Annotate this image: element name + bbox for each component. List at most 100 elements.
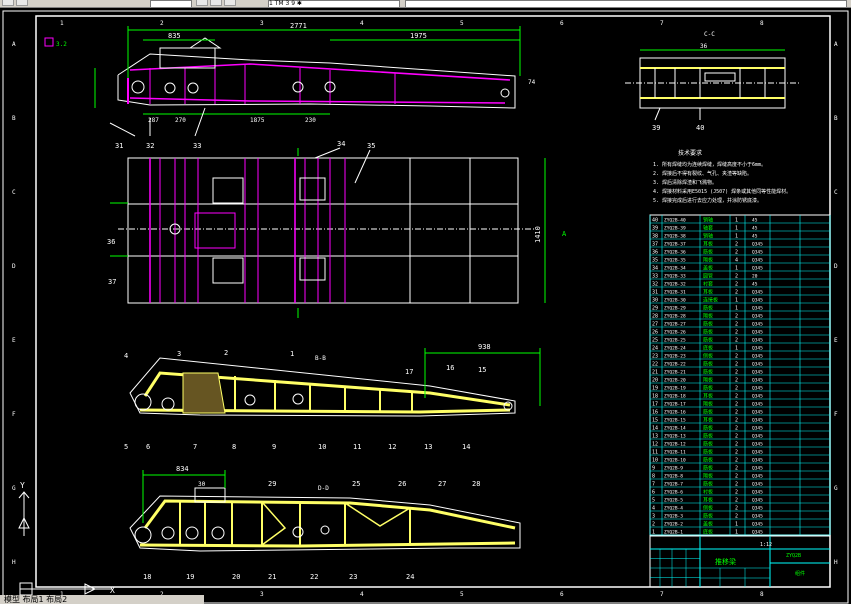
lock-icon[interactable]: [210, 0, 222, 6]
svg-text:27: 27: [652, 322, 658, 328]
layer-icon[interactable]: [2, 0, 14, 6]
svg-text:隔板: 隔板: [703, 401, 713, 408]
svg-text:2: 2: [735, 458, 738, 464]
svg-text:筋板: 筋板: [703, 337, 713, 344]
svg-text:ZYQ2B-13: ZYQ2B-13: [664, 434, 686, 440]
svg-text:23: 23: [652, 354, 658, 360]
callouts-b: 4 3 2 1 17 16 15 5 6 7 8 9 10 11 12 13 14: [124, 349, 486, 451]
svg-text:ZYQ2B-8: ZYQ2B-8: [664, 474, 683, 480]
svg-text:ZYQ2B-36: ZYQ2B-36: [664, 250, 686, 256]
zone-col-bottom: 3: [260, 591, 264, 598]
sun-icon[interactable]: [196, 0, 208, 6]
svg-text:ZYQ2B-27: ZYQ2B-27: [664, 322, 686, 328]
callout-number: 8: [232, 443, 236, 451]
zone-row-left: D: [12, 263, 16, 270]
dim-74: 74: [528, 79, 536, 86]
svg-text:1: 1: [735, 530, 738, 536]
svg-text:ZYQ2B-22: ZYQ2B-22: [664, 362, 686, 368]
svg-text:2: 2: [735, 498, 738, 504]
svg-text:Q345: Q345: [752, 354, 763, 360]
svg-text:29: 29: [652, 306, 658, 312]
svg-text:9: 9: [652, 466, 655, 472]
svg-text:ZYQ2B-6: ZYQ2B-6: [664, 490, 683, 496]
svg-text:Q345: Q345: [752, 314, 763, 320]
parts-row: 32 ZYQ2B-32 衬套 2 45: [652, 281, 758, 288]
tech-req-line: 3. 焊后清除焊渣和飞溅物。: [653, 179, 717, 186]
parts-row: 7 ZYQ2B-7 筋板 2 Q345: [652, 481, 763, 488]
callout-number: 37: [108, 278, 116, 286]
zone-row-left: F: [12, 411, 16, 418]
zone-col-top: 5: [460, 20, 464, 27]
tech-req-line: 4. 焊接材料采用E5015 (J507) 焊条或其他同等性能焊材。: [653, 188, 791, 195]
svg-text:2: 2: [735, 434, 738, 440]
drawing-canvas[interactable]: 1122334455667788AABBCCDDEEFFGGHH 2771 83…: [0, 8, 851, 604]
parts-row: 4 ZYQ2B-4 侧板 2 Q345: [652, 505, 763, 512]
svg-text:11: 11: [652, 450, 658, 456]
svg-text:12: 12: [652, 442, 658, 448]
svg-text:Q345: Q345: [752, 346, 763, 352]
color-icon[interactable]: [224, 0, 236, 6]
roughness-note: 3.2: [56, 41, 67, 48]
callout-number: 33: [193, 142, 201, 150]
layer-dropdown[interactable]: [150, 0, 192, 7]
svg-text:4: 4: [652, 506, 655, 512]
layer-name-dropdown[interactable]: 1 TM 3 9 ✱: [268, 0, 400, 7]
callout-number: 16: [446, 364, 454, 372]
callout-number: 17: [405, 368, 413, 376]
svg-text:ZYQ2B-40: ZYQ2B-40: [664, 218, 686, 224]
svg-text:筋板: 筋板: [703, 361, 713, 368]
svg-text:40: 40: [652, 218, 658, 224]
svg-text:28: 28: [652, 314, 658, 320]
svg-text:Q345: Q345: [752, 378, 763, 384]
callout-number: 11: [353, 443, 361, 451]
model-tabs[interactable]: 模型 布局1 布局2: [0, 595, 204, 604]
tech-req-line: 1. 所有焊缝均为连续焊缝，焊缝高度不小于6mm。: [653, 161, 766, 168]
svg-text:衬套: 衬套: [703, 281, 713, 288]
svg-text:ZYQ2B-34: ZYQ2B-34: [664, 266, 686, 272]
zone-row-right: B: [834, 115, 838, 122]
svg-text:Q345: Q345: [752, 370, 763, 376]
match-icon[interactable]: [16, 0, 28, 6]
svg-text:45: 45: [752, 226, 758, 232]
callout-number: 34: [337, 140, 345, 148]
svg-text:Q345: Q345: [752, 322, 763, 328]
svg-text:2: 2: [735, 466, 738, 472]
svg-text:ZYQ2B-19: ZYQ2B-19: [664, 386, 686, 392]
zone-row-left: C: [12, 189, 16, 196]
linetype-dropdown[interactable]: [405, 0, 847, 7]
svg-text:筋板: 筋板: [703, 369, 713, 376]
svg-text:45: 45: [752, 218, 758, 224]
section-d-label: D-D: [318, 485, 329, 492]
svg-text:1: 1: [652, 530, 655, 536]
svg-text:ZYQ2B-25: ZYQ2B-25: [664, 338, 686, 344]
svg-text:2: 2: [735, 242, 738, 248]
svg-text:5: 5: [652, 498, 655, 504]
svg-text:Q345: Q345: [752, 338, 763, 344]
svg-text:22: 22: [652, 362, 658, 368]
svg-text:Q345: Q345: [752, 474, 763, 480]
svg-text:2: 2: [735, 442, 738, 448]
svg-text:筋板: 筋板: [703, 329, 713, 336]
svg-text:筋板: 筋板: [703, 385, 713, 392]
parts-row: 5 ZYQ2B-5 耳板 2 Q345: [652, 497, 763, 504]
svg-text:34: 34: [652, 266, 658, 272]
parts-row: 18 ZYQ2B-18 耳板 2 Q345: [652, 393, 763, 400]
svg-text:耳板: 耳板: [703, 393, 713, 400]
callout-number: 15: [478, 366, 486, 374]
svg-text:Q345: Q345: [752, 410, 763, 416]
svg-text:35: 35: [652, 258, 658, 264]
parts-row: 20 ZYQ2B-20 隔板 2 Q345: [652, 377, 763, 384]
zone-row-right: E: [834, 337, 838, 344]
svg-text:2: 2: [735, 290, 738, 296]
svg-text:Q345: Q345: [752, 498, 763, 504]
svg-text:Q345: Q345: [752, 418, 763, 424]
callouts-c: 39 40: [652, 124, 704, 132]
svg-text:ZYQ2B-38: ZYQ2B-38: [664, 234, 686, 240]
svg-text:1: 1: [735, 306, 738, 312]
svg-text:2: 2: [735, 482, 738, 488]
svg-text:2: 2: [735, 426, 738, 432]
svg-text:2: 2: [652, 522, 655, 528]
svg-text:32: 32: [652, 282, 658, 288]
svg-text:Q345: Q345: [752, 306, 763, 312]
parts-row: 25 ZYQ2B-25 筋板 2 Q345: [652, 337, 763, 344]
